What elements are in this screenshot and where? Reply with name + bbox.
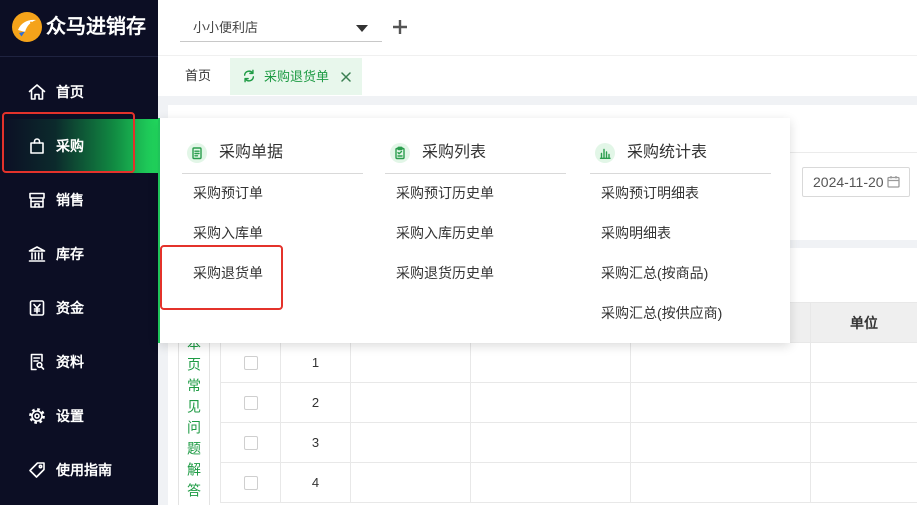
highlight-box: [2, 112, 135, 173]
checklist-icon: [390, 143, 410, 163]
plus-icon: [393, 20, 407, 34]
tab-bar: 首页 采购退货单: [158, 55, 917, 96]
clipboard-icon: [187, 143, 207, 163]
menu-item-purchase-order[interactable]: 采购预订单: [193, 173, 263, 213]
home-icon: [27, 82, 47, 102]
sidebar-item-label: 使用指南: [56, 462, 112, 478]
sidebar-item-guide[interactable]: 使用指南: [0, 443, 158, 497]
row-index: 3: [280, 422, 351, 463]
sidebar: 众马进销存 首页 采购 销售 库存 资金 资料 设置 使用指南: [0, 0, 158, 505]
tab-label: 采购退货单: [264, 69, 330, 84]
bar-chart-icon: [595, 143, 615, 163]
highlight-box: [160, 245, 283, 310]
menu-item-order-history[interactable]: 采购预订历史单: [396, 173, 494, 213]
table-row: 2: [220, 382, 917, 423]
row-select-cell: [220, 422, 281, 463]
row-checkbox[interactable]: [243, 476, 258, 491]
add-store-button[interactable]: [392, 19, 408, 35]
top-header: 小小便利店: [158, 0, 917, 55]
sidebar-item-inventory[interactable]: 库存: [0, 227, 158, 281]
menu-column-title: 采购单据: [219, 144, 284, 161]
store-select-value: 小小便利店: [193, 20, 259, 35]
menu-item-summary-by-supplier[interactable]: 采购汇总(按供应商): [601, 293, 722, 333]
table-cell[interactable]: [350, 462, 471, 503]
sidebar-item-label: 销售: [56, 192, 84, 208]
table-cell[interactable]: [810, 462, 917, 503]
menu-column-header: 采购统计表: [590, 118, 771, 174]
sidebar-item-funds[interactable]: 资金: [0, 281, 158, 335]
table-cell[interactable]: [350, 422, 471, 463]
menu-item-order-detail-report[interactable]: 采购预订明细表: [601, 173, 699, 213]
row-index: 1: [280, 342, 351, 383]
tab-home[interactable]: 首页: [185, 56, 211, 96]
date-field[interactable]: [803, 168, 891, 196]
sidebar-item-label: 库存: [56, 246, 84, 262]
table-cell[interactable]: [630, 382, 811, 423]
date-picker[interactable]: [802, 167, 910, 197]
calendar-icon[interactable]: [887, 175, 900, 188]
menu-column-header: 采购单据: [182, 118, 363, 174]
row-index: 4: [280, 462, 351, 503]
row-select-cell: [220, 382, 281, 423]
close-icon[interactable]: [341, 72, 351, 82]
row-checkbox[interactable]: [243, 356, 258, 371]
warehouse-icon: [27, 244, 47, 264]
sidebar-item-data[interactable]: 资料: [0, 335, 158, 389]
menu-item-return-history[interactable]: 采购退货历史单: [396, 253, 494, 293]
table-cell[interactable]: [810, 422, 917, 463]
gear-icon: [27, 406, 47, 426]
table-cell[interactable]: [630, 462, 811, 503]
sidebar-item-settings[interactable]: 设置: [0, 389, 158, 443]
table-row: 1: [220, 342, 917, 383]
row-checkbox[interactable]: [243, 396, 258, 411]
tag-icon: [27, 460, 47, 480]
row-select-cell: [220, 342, 281, 383]
menu-item-receipt-history[interactable]: 采购入库历史单: [396, 213, 494, 253]
document-icon: [27, 352, 47, 372]
menu-column-lists: 采购列表 采购预订历史单 采购入库历史单 采购退货历史单: [385, 118, 566, 343]
sidebar-item-label: 设置: [56, 408, 84, 424]
sidebar-item-home[interactable]: 首页: [0, 65, 158, 119]
yen-icon: [27, 298, 47, 318]
sidebar-item-sales[interactable]: 销售: [0, 173, 158, 227]
store-icon: [27, 190, 47, 210]
caret-down-icon: [356, 25, 368, 32]
sidebar-item-label: 资金: [56, 300, 84, 316]
faq-link[interactable]: 本页常见问题解答: [179, 336, 209, 504]
table-cell[interactable]: [470, 422, 631, 463]
logo-text: 众马进销存: [46, 16, 146, 38]
table-cell[interactable]: [470, 382, 631, 423]
table-cell[interactable]: [810, 342, 917, 383]
menu-column-reports: 采购统计表 采购预订明细表 采购明细表 采购汇总(按商品) 采购汇总(按供应商): [590, 118, 771, 343]
menu-column-header: 采购列表: [385, 118, 566, 174]
table-cell[interactable]: [630, 342, 811, 383]
tab-purchase-return[interactable]: 采购退货单: [230, 58, 362, 95]
table-cell[interactable]: [630, 422, 811, 463]
menu-column-title: 采购统计表: [627, 144, 708, 161]
header-unit: 单位: [810, 302, 917, 343]
row-select-cell: [220, 462, 281, 503]
table-row: 4: [220, 462, 917, 503]
table-cell[interactable]: [810, 382, 917, 423]
menu-item-summary-by-product[interactable]: 采购汇总(按商品): [601, 253, 708, 293]
store-select[interactable]: 小小便利店: [180, 14, 382, 42]
menu-item-purchase-detail-report[interactable]: 采购明细表: [601, 213, 671, 253]
row-index: 2: [280, 382, 351, 423]
row-checkbox[interactable]: [243, 436, 258, 451]
logo: 众马进销存: [0, 0, 158, 57]
sidebar-item-label: 首页: [56, 84, 84, 100]
table-cell[interactable]: [350, 342, 471, 383]
table-cell[interactable]: [350, 382, 471, 423]
table-row: 3: [220, 422, 917, 463]
horse-logo-icon: [11, 11, 43, 43]
table-cell[interactable]: [470, 342, 631, 383]
refresh-icon[interactable]: [242, 69, 256, 83]
menu-column-title: 采购列表: [422, 144, 487, 161]
sidebar-item-label: 资料: [56, 354, 84, 370]
table-cell[interactable]: [470, 462, 631, 503]
